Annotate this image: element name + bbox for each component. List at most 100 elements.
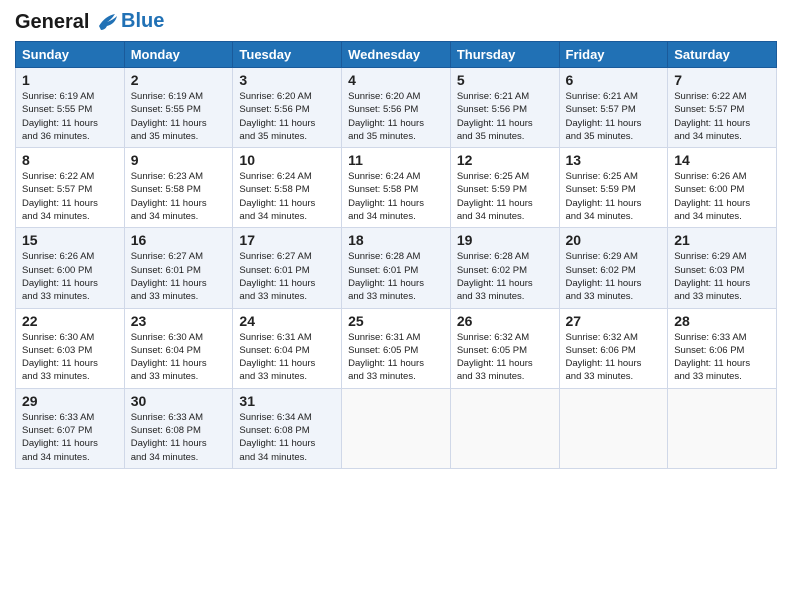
day-info: Sunrise: 6:25 AM Sunset: 5:59 PM Dayligh… — [457, 170, 553, 223]
calendar-cell: 13 Sunrise: 6:25 AM Sunset: 5:59 PM Dayli… — [559, 148, 668, 228]
calendar-cell: 10 Sunrise: 6:24 AM Sunset: 5:58 PM Dayli… — [233, 148, 342, 228]
day-info: Sunrise: 6:21 AM Sunset: 5:56 PM Dayligh… — [457, 90, 553, 143]
calendar-cell: 16 Sunrise: 6:27 AM Sunset: 6:01 PM Dayli… — [124, 228, 233, 308]
day-info: Sunrise: 6:30 AM Sunset: 6:03 PM Dayligh… — [22, 331, 118, 384]
day-number: 30 — [131, 393, 227, 409]
calendar-cell: 26 Sunrise: 6:32 AM Sunset: 6:05 PM Dayli… — [450, 308, 559, 388]
calendar-cell: 24 Sunrise: 6:31 AM Sunset: 6:04 PM Dayli… — [233, 308, 342, 388]
calendar-week-row: 15 Sunrise: 6:26 AM Sunset: 6:00 PM Dayli… — [16, 228, 777, 308]
day-info: Sunrise: 6:27 AM Sunset: 6:01 PM Dayligh… — [131, 250, 227, 303]
day-number: 5 — [457, 72, 553, 88]
day-info: Sunrise: 6:30 AM Sunset: 6:04 PM Dayligh… — [131, 331, 227, 384]
day-number: 21 — [674, 232, 770, 248]
calendar-table: SundayMondayTuesdayWednesdayThursdayFrid… — [15, 41, 777, 469]
weekday-header-monday: Monday — [124, 42, 233, 68]
weekday-header-sunday: Sunday — [16, 42, 125, 68]
day-number: 19 — [457, 232, 553, 248]
day-info: Sunrise: 6:23 AM Sunset: 5:58 PM Dayligh… — [131, 170, 227, 223]
logo-blue: Blue — [121, 10, 164, 33]
weekday-header-friday: Friday — [559, 42, 668, 68]
day-number: 27 — [566, 313, 662, 329]
day-number: 4 — [348, 72, 444, 88]
day-info: Sunrise: 6:29 AM Sunset: 6:03 PM Dayligh… — [674, 250, 770, 303]
day-number: 20 — [566, 232, 662, 248]
day-info: Sunrise: 6:31 AM Sunset: 6:05 PM Dayligh… — [348, 331, 444, 384]
calendar-cell: 7 Sunrise: 6:22 AM Sunset: 5:57 PM Daylig… — [668, 68, 777, 148]
day-number: 31 — [239, 393, 335, 409]
calendar-cell: 19 Sunrise: 6:28 AM Sunset: 6:02 PM Dayli… — [450, 228, 559, 308]
weekday-header-wednesday: Wednesday — [342, 42, 451, 68]
day-number: 3 — [239, 72, 335, 88]
day-info: Sunrise: 6:24 AM Sunset: 5:58 PM Dayligh… — [348, 170, 444, 223]
calendar-cell: 14Sunrise: 6:26 AM Sunset: 6:00 PM Dayli… — [668, 148, 777, 228]
day-info: Sunrise: 6:22 AM Sunset: 5:57 PM Dayligh… — [22, 170, 118, 223]
calendar-cell: 8 Sunrise: 6:22 AM Sunset: 5:57 PM Daylig… — [16, 148, 125, 228]
calendar-cell: 29 Sunrise: 6:33 AM Sunset: 6:07 PM Dayli… — [16, 388, 125, 468]
day-number: 28 — [674, 313, 770, 329]
day-number: 15 — [22, 232, 118, 248]
day-info: Sunrise: 6:32 AM Sunset: 6:06 PM Dayligh… — [566, 331, 662, 384]
day-info: Sunrise: 6:28 AM Sunset: 6:01 PM Dayligh… — [348, 250, 444, 303]
day-info: Sunrise: 6:25 AM Sunset: 5:59 PM Dayligh… — [566, 170, 662, 223]
calendar-cell: 9 Sunrise: 6:23 AM Sunset: 5:58 PM Daylig… — [124, 148, 233, 228]
calendar-cell: 15 Sunrise: 6:26 AM Sunset: 6:00 PM Dayli… — [16, 228, 125, 308]
day-info: Sunrise: 6:19 AM Sunset: 5:55 PM Dayligh… — [22, 90, 118, 143]
calendar-cell: 31Sunrise: 6:34 AM Sunset: 6:08 PM Dayli… — [233, 388, 342, 468]
calendar-cell: 12Sunrise: 6:25 AM Sunset: 5:59 PM Dayli… — [450, 148, 559, 228]
day-number: 8 — [22, 152, 118, 168]
calendar-week-row: 8 Sunrise: 6:22 AM Sunset: 5:57 PM Daylig… — [16, 148, 777, 228]
weekday-header-row: SundayMondayTuesdayWednesdayThursdayFrid… — [16, 42, 777, 68]
calendar-cell: 2 Sunrise: 6:19 AM Sunset: 5:55 PM Daylig… — [124, 68, 233, 148]
day-number: 29 — [22, 393, 118, 409]
day-info: Sunrise: 6:22 AM Sunset: 5:57 PM Dayligh… — [674, 90, 770, 143]
day-number: 25 — [348, 313, 444, 329]
page: General Blue SundayMondayTuesdayWednesda… — [0, 0, 792, 612]
day-number: 10 — [239, 152, 335, 168]
day-info: Sunrise: 6:20 AM Sunset: 5:56 PM Dayligh… — [348, 90, 444, 143]
logo-bird-icon — [97, 12, 119, 32]
calendar-cell: 22Sunrise: 6:30 AM Sunset: 6:03 PM Dayli… — [16, 308, 125, 388]
calendar-cell: 17 Sunrise: 6:27 AM Sunset: 6:01 PM Dayli… — [233, 228, 342, 308]
day-info: Sunrise: 6:32 AM Sunset: 6:05 PM Dayligh… — [457, 331, 553, 384]
day-info: Sunrise: 6:26 AM Sunset: 6:00 PM Dayligh… — [674, 170, 770, 223]
day-info: Sunrise: 6:24 AM Sunset: 5:58 PM Dayligh… — [239, 170, 335, 223]
day-number: 13 — [566, 152, 662, 168]
day-number: 24 — [239, 313, 335, 329]
calendar-cell: 21 Sunrise: 6:29 AM Sunset: 6:03 PM Dayli… — [668, 228, 777, 308]
header: General Blue — [15, 10, 777, 33]
calendar-cell: 27 Sunrise: 6:32 AM Sunset: 6:06 PM Dayli… — [559, 308, 668, 388]
day-number: 16 — [131, 232, 227, 248]
weekday-header-tuesday: Tuesday — [233, 42, 342, 68]
day-info: Sunrise: 6:33 AM Sunset: 6:07 PM Dayligh… — [22, 411, 118, 464]
calendar-cell: 25 Sunrise: 6:31 AM Sunset: 6:05 PM Dayli… — [342, 308, 451, 388]
weekday-header-saturday: Saturday — [668, 42, 777, 68]
weekday-header-thursday: Thursday — [450, 42, 559, 68]
day-info: Sunrise: 6:33 AM Sunset: 6:08 PM Dayligh… — [131, 411, 227, 464]
calendar-cell: 6Sunrise: 6:21 AM Sunset: 5:57 PM Daylig… — [559, 68, 668, 148]
day-info: Sunrise: 6:19 AM Sunset: 5:55 PM Dayligh… — [131, 90, 227, 143]
day-number: 2 — [131, 72, 227, 88]
day-info: Sunrise: 6:27 AM Sunset: 6:01 PM Dayligh… — [239, 250, 335, 303]
day-number: 6 — [566, 72, 662, 88]
calendar-cell: 11Sunrise: 6:24 AM Sunset: 5:58 PM Dayli… — [342, 148, 451, 228]
day-number: 18 — [348, 232, 444, 248]
calendar-cell: 30 Sunrise: 6:33 AM Sunset: 6:08 PM Dayli… — [124, 388, 233, 468]
calendar-cell: 20 Sunrise: 6:29 AM Sunset: 6:02 PM Dayli… — [559, 228, 668, 308]
calendar-cell: 18 Sunrise: 6:28 AM Sunset: 6:01 PM Dayli… — [342, 228, 451, 308]
day-info: Sunrise: 6:31 AM Sunset: 6:04 PM Dayligh… — [239, 331, 335, 384]
calendar-cell — [668, 388, 777, 468]
day-number: 26 — [457, 313, 553, 329]
day-info: Sunrise: 6:26 AM Sunset: 6:00 PM Dayligh… — [22, 250, 118, 303]
calendar-cell: 23Sunrise: 6:30 AM Sunset: 6:04 PM Dayli… — [124, 308, 233, 388]
calendar-week-row: 1Sunrise: 6:19 AM Sunset: 5:55 PM Daylig… — [16, 68, 777, 148]
calendar-cell — [342, 388, 451, 468]
day-info: Sunrise: 6:28 AM Sunset: 6:02 PM Dayligh… — [457, 250, 553, 303]
day-number: 7 — [674, 72, 770, 88]
day-info: Sunrise: 6:20 AM Sunset: 5:56 PM Dayligh… — [239, 90, 335, 143]
calendar-cell: 1Sunrise: 6:19 AM Sunset: 5:55 PM Daylig… — [16, 68, 125, 148]
calendar-cell: 4 Sunrise: 6:20 AM Sunset: 5:56 PM Daylig… — [342, 68, 451, 148]
day-number: 9 — [131, 152, 227, 168]
day-number: 17 — [239, 232, 335, 248]
day-info: Sunrise: 6:29 AM Sunset: 6:02 PM Dayligh… — [566, 250, 662, 303]
logo-general: General — [15, 11, 89, 33]
